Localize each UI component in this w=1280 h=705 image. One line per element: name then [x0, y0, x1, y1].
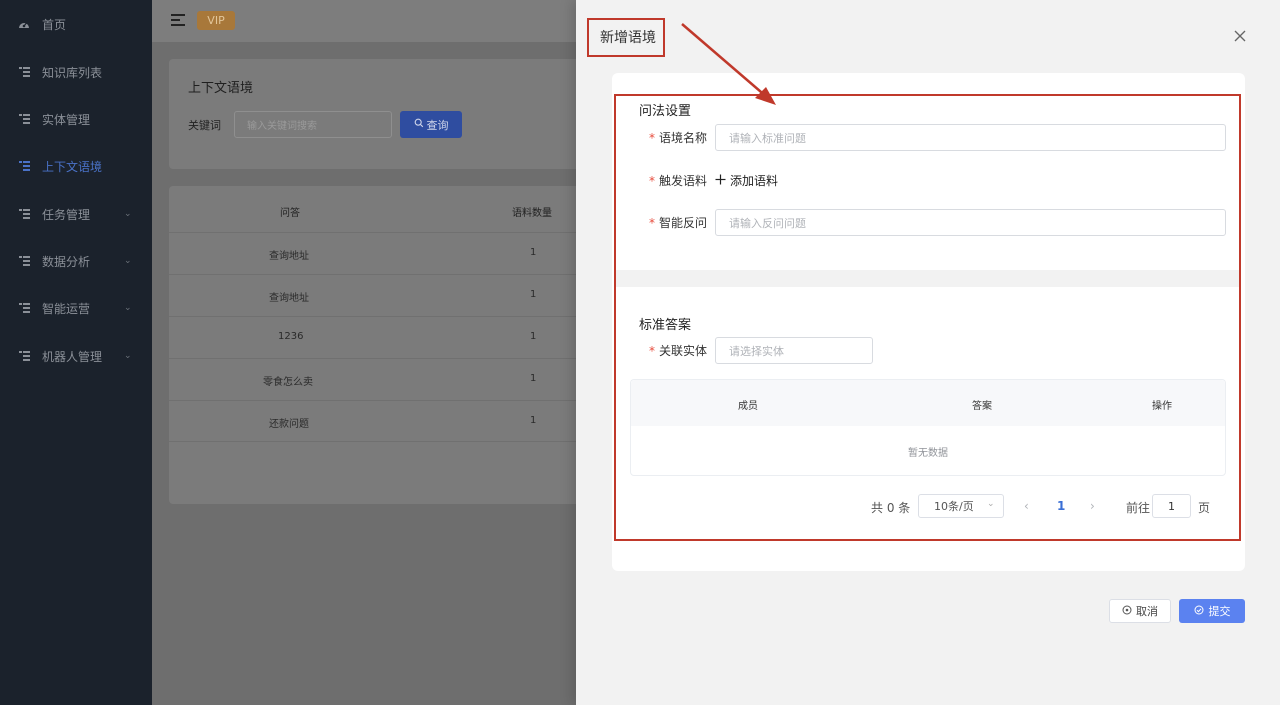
annotation-highlight-form [614, 94, 1241, 541]
search-card: 上下文语境 关键词 输入关键词搜索 查询 [169, 59, 599, 169]
count-cell: 1 [530, 373, 537, 384]
list-icon [18, 66, 30, 78]
sidebar-item-knowledge-base[interactable]: 知识库列表 [0, 52, 152, 92]
close-icon[interactable] [1231, 27, 1249, 45]
list-icon [18, 208, 30, 220]
context-list-table: 问答 语料数量 查询地址 1 查询地址 1 1236 1 零食怎么卖 1 还款问… [169, 186, 599, 504]
cancel-label: 取消 [1136, 605, 1158, 618]
sidebar-item-entity[interactable]: 实体管理 [0, 99, 152, 139]
qa-cell: 查询地址 [269, 293, 309, 304]
menu-fold-icon[interactable] [171, 14, 185, 26]
page-title: 上下文语境 [188, 81, 254, 96]
qa-cell: 零食怎么卖 [263, 377, 313, 388]
annotation-highlight-title [587, 18, 665, 57]
top-bar: VIP [152, 0, 576, 42]
table-row[interactable]: 查询地址 1 [169, 274, 599, 316]
sidebar-item-tasks[interactable]: 任务管理 ⌄ [0, 194, 152, 234]
table-row[interactable]: 1236 1 [169, 316, 599, 358]
list-icon [18, 302, 30, 314]
qa-cell: 1236 [278, 331, 304, 342]
query-button-label: 查询 [426, 118, 449, 132]
qa-cell: 查询地址 [269, 251, 309, 262]
sidebar-item-label: 机器人管理 [42, 349, 103, 364]
sidebar-item-label: 首页 [42, 17, 67, 32]
sidebar-item-home[interactable]: 首页 [0, 4, 152, 44]
add-context-drawer: 新增语境 问法设置 * 语境名称 请输入标准问题 * 触发语料 添加语料 * 智能反问… [576, 0, 1280, 705]
chevron-down-icon: ⌄ [124, 209, 132, 219]
submit-label: 提交 [1208, 605, 1231, 618]
dashboard-icon [18, 18, 30, 30]
table-header: 问答 语料数量 [169, 186, 599, 234]
table-row[interactable]: 查询地址 1 [169, 232, 599, 274]
chevron-down-icon: ⌄ [124, 351, 132, 361]
sidebar-item-label: 实体管理 [42, 112, 91, 127]
sidebar-item-robots[interactable]: 机器人管理 ⌄ [0, 336, 152, 376]
sidebar-item-operations[interactable]: 智能运营 ⌄ [0, 288, 152, 328]
qa-cell: 还款问题 [269, 419, 309, 430]
list-icon [18, 255, 30, 267]
sidebar-item-label: 智能运营 [42, 301, 91, 316]
column-header-qa: 问答 [280, 208, 300, 219]
count-cell: 1 [530, 331, 537, 342]
list-icon [18, 160, 30, 172]
chevron-down-icon: ⌄ [124, 256, 132, 266]
sidebar: 首页 知识库列表 实体管理 上下文语境 任务管理 ⌄ 数据分析 ⌄ 智能运营 ⌄… [0, 0, 152, 705]
sidebar-item-label: 上下文语境 [42, 159, 103, 174]
sidebar-item-analytics[interactable]: 数据分析 ⌄ [0, 241, 152, 281]
keyword-search-input[interactable]: 输入关键词搜索 [234, 111, 392, 138]
sidebar-item-label: 知识库列表 [42, 65, 103, 80]
count-cell: 1 [530, 247, 537, 258]
query-button[interactable]: 查询 [400, 111, 462, 138]
list-icon [18, 350, 30, 362]
table-row[interactable]: 还款问题 1 [169, 400, 599, 442]
list-icon [18, 113, 30, 125]
cancel-circle-icon [1122, 605, 1132, 618]
sidebar-item-label: 数据分析 [42, 254, 91, 269]
submit-button[interactable]: 提交 [1179, 599, 1245, 623]
vip-badge: VIP [197, 11, 235, 30]
column-header-corpus-count: 语料数量 [512, 208, 552, 219]
check-circle-icon [1194, 605, 1204, 618]
chevron-down-icon: ⌄ [124, 303, 132, 313]
main-content: VIP 上下文语境 关键词 输入关键词搜索 查询 问答 语料数量 查询地址 1 … [152, 0, 599, 705]
sidebar-item-label: 任务管理 [42, 207, 91, 222]
count-cell: 1 [530, 289, 537, 300]
sidebar-item-context[interactable]: 上下文语境 [0, 146, 152, 186]
count-cell: 1 [530, 415, 537, 426]
search-icon [414, 118, 424, 131]
cancel-button[interactable]: 取消 [1109, 599, 1171, 623]
keyword-label: 关键词 [188, 119, 221, 132]
table-row[interactable]: 零食怎么卖 1 [169, 358, 599, 400]
